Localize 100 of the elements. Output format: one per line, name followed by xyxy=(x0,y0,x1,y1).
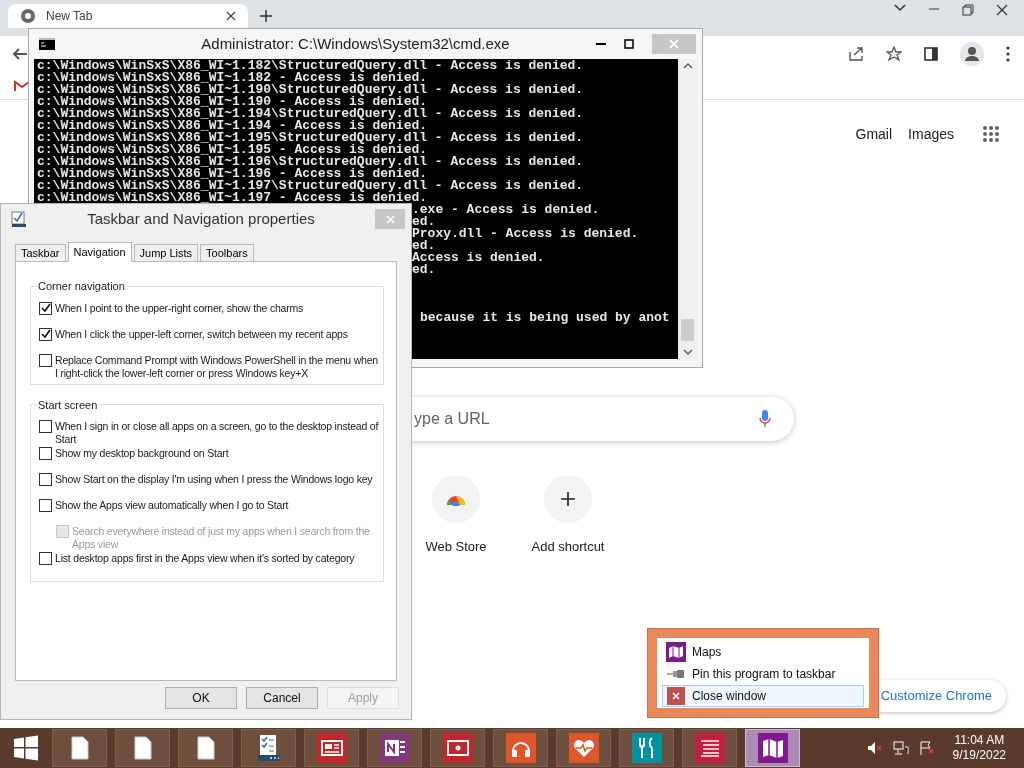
console-line: c:\Windows\WinSxS\X86_WI~1.190\StructuredQuery.dll - Access is denied. xyxy=(37,84,585,96)
file-icon xyxy=(196,736,215,760)
apps-grid-icon xyxy=(982,125,1000,143)
speaker-muted-icon xyxy=(866,741,883,755)
check-icon xyxy=(40,303,51,313)
jump-list-label: Close window xyxy=(692,688,767,705)
close-icon xyxy=(669,39,679,49)
close-icon xyxy=(667,687,685,705)
profile-icon xyxy=(960,42,984,66)
close-icon xyxy=(385,214,395,224)
video-icon xyxy=(446,740,469,756)
console-line: c:\Windows\WinSxS\X86_WI~1.197 - Access is denied. xyxy=(37,192,429,204)
console-line: because it is being used by anot xyxy=(419,312,671,324)
jump-list-label: Pin this program to taskbar xyxy=(692,666,836,683)
checkbox[interactable] xyxy=(39,420,52,433)
group-title: Corner navigation xyxy=(37,279,126,294)
scroll-up-icon xyxy=(682,63,693,69)
jump-list-item[interactable]: Pin this program to taskbar xyxy=(662,663,864,685)
menu-icon xyxy=(1006,46,1010,62)
tab[interactable]: Toolbars xyxy=(200,244,254,261)
taskbar-button[interactable] xyxy=(682,729,737,767)
scrollbar[interactable] xyxy=(678,59,697,359)
tab[interactable]: Taskbar xyxy=(15,244,66,261)
checkbox[interactable] xyxy=(39,353,52,367)
tab[interactable]: Jump Lists xyxy=(133,244,199,261)
console-line: c:\Windows\WinSxS\X86_WI~1.196 - Access is denied. xyxy=(37,168,429,180)
window-title: Administrator: C:\Windows\System32\cmd.exe xyxy=(200,33,510,54)
taskbar-button[interactable] xyxy=(430,729,485,767)
tab-title: New Tab xyxy=(46,8,94,25)
console-line: c:\Windows\WinSxS\X86_WI~1.182\StructuredQuery.dll - Access is denied. xyxy=(37,60,585,72)
taskbar-button[interactable] xyxy=(178,729,233,767)
option-label: Replace Command Prompt with Windows PowerShell in the menu when I right-click the lower-left corner or press Windows key+X xyxy=(55,352,379,380)
window-title: Taskbar and Navigation properties xyxy=(86,208,316,229)
option-label: Show the Apps view automatically when I go to Start xyxy=(55,498,289,512)
browser-tab[interactable]: New Tab xyxy=(8,4,248,28)
taskbar-button[interactable] xyxy=(304,729,359,767)
jump-list-item[interactable]: Close window xyxy=(662,685,864,707)
taskbar-button[interactable] xyxy=(241,729,296,767)
console-line: .exe - Access is denied. xyxy=(412,204,601,216)
close-icon xyxy=(996,4,1008,16)
shortcut-tile[interactable]: Add shortcut xyxy=(512,475,624,557)
taskbar-button[interactable] xyxy=(745,729,800,767)
option-label: When I point to the upper-right corner, show the charms xyxy=(55,300,304,315)
console-line: c:\Windows\WinSxS\X86_WI~1.182 - Access is denied. xyxy=(37,72,429,84)
chevron-down-icon xyxy=(894,4,906,12)
microphone-icon xyxy=(758,409,772,429)
dialog-button[interactable]: OK xyxy=(165,687,237,709)
jump-list-label: Maps xyxy=(692,644,722,661)
tab[interactable]: Navigation xyxy=(67,242,132,262)
console-line: c:\Windows\WinSxS\X86_WI~1.195 - Access is denied. xyxy=(37,144,429,156)
file-icon xyxy=(133,736,152,760)
checkbox[interactable] xyxy=(39,552,52,565)
shortcut-label: Web Store xyxy=(425,538,487,556)
console-app-icon xyxy=(39,38,55,50)
tab-favicon-icon xyxy=(20,8,36,24)
plus-icon xyxy=(560,491,576,507)
console-line: c:\Windows\WinSxS\X86_WI~1.195\StructuredQuery.dll - Access is denied. xyxy=(37,132,585,144)
checkbox[interactable] xyxy=(39,447,52,460)
close-icon xyxy=(226,11,236,21)
windows-logo-icon xyxy=(13,735,39,761)
console-line: c:\Windows\WinSxS\X86_WI~1.197\StructuredQuery.dll - Access is denied. xyxy=(37,180,585,192)
taskbar-button[interactable] xyxy=(619,729,674,767)
taskbar-button[interactable] xyxy=(115,729,170,767)
mail-icon xyxy=(14,79,30,92)
checkbox[interactable] xyxy=(39,301,52,315)
checkbox[interactable] xyxy=(39,499,52,512)
checkbox[interactable] xyxy=(39,473,52,486)
lines-icon xyxy=(698,739,721,757)
console-line: c:\Windows\WinSxS\X86_WI~1.190 - Access is denied. xyxy=(37,96,429,108)
header-link[interactable]: Gmail xyxy=(855,123,893,145)
star-icon xyxy=(886,46,902,62)
clock-date: 9/19/2022 xyxy=(952,748,1006,763)
console-line: Access is denied. xyxy=(412,252,546,264)
clock-time: 11:04 AM xyxy=(954,733,1005,748)
jump-list-item[interactable]: Maps xyxy=(662,641,864,663)
scroll-thumb[interactable] xyxy=(681,319,694,341)
pin-icon xyxy=(667,669,685,679)
header-link[interactable]: Images xyxy=(908,123,954,145)
checkbox[interactable] xyxy=(39,327,52,341)
console-line: c:\Windows\WinSxS\X86_WI~1.194\StructuredQuery.dll - Access is denied. xyxy=(37,108,585,120)
taskbar-button[interactable] xyxy=(367,729,422,767)
taskbar-button[interactable] xyxy=(493,729,548,767)
option-label: Show Start on the display I'm using when I press the Windows logo key xyxy=(55,472,373,486)
shortcut-tile[interactable]: Web Store xyxy=(400,475,512,557)
network-icon xyxy=(892,741,909,755)
search-placeholder: ype a URL xyxy=(414,409,491,429)
share-icon xyxy=(848,46,864,62)
dialog-button[interactable]: Cancel xyxy=(246,687,318,709)
side-panel-icon xyxy=(924,47,938,61)
taskbar-button[interactable] xyxy=(556,729,611,767)
newspaper-icon xyxy=(320,740,343,756)
scroll-down-icon xyxy=(682,349,693,355)
file-icon xyxy=(70,736,89,760)
map-icon xyxy=(666,642,686,662)
option-label: Show my desktop background on Start xyxy=(55,446,229,460)
restore-icon xyxy=(962,4,974,16)
option-label: When I sign in or close all apps on a screen, go to the desktop instead of Start xyxy=(55,419,379,446)
console-line: Proxy.dll - Access is denied. xyxy=(412,228,640,240)
option-label: When I click the upper-left corner, switch between my recent apps xyxy=(55,326,348,341)
taskbar-button[interactable] xyxy=(52,729,107,767)
